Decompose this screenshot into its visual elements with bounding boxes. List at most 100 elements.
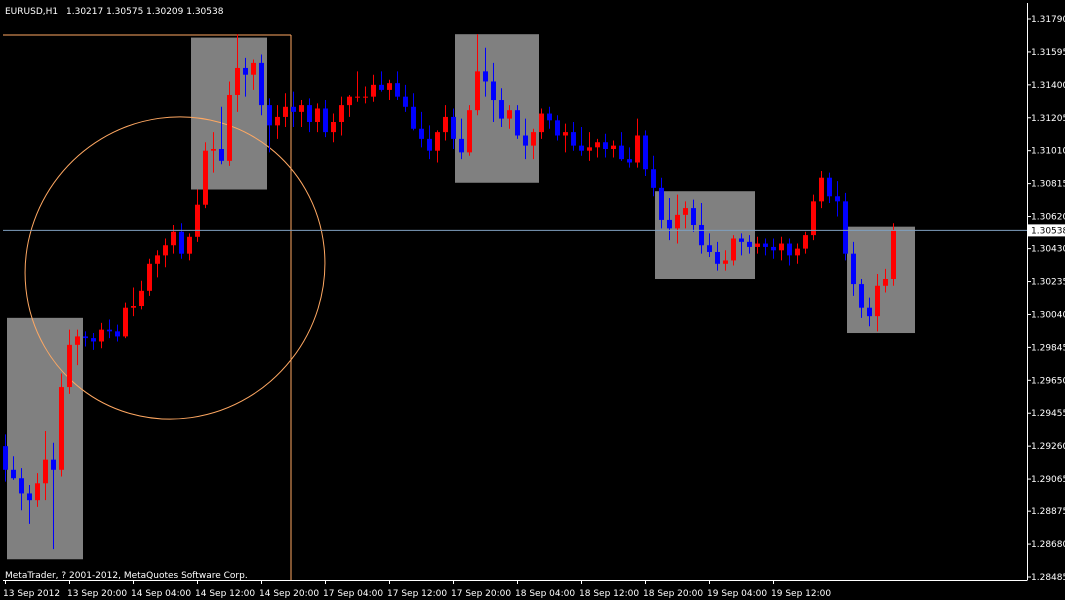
candle-body <box>467 110 472 153</box>
candle-body <box>11 469 16 479</box>
chart-header-ohlc: 1.30217 1.30575 1.30209 1.30538 <box>66 7 224 17</box>
candle-body <box>155 255 160 264</box>
candle-body <box>715 251 720 264</box>
candle-body <box>211 149 216 151</box>
time-tick-label: 19 Sep 12:00 <box>771 589 831 599</box>
candle-body <box>291 106 296 112</box>
candle-body <box>59 387 64 470</box>
price-tick-label: 1.30815 <box>1031 180 1065 190</box>
candle <box>811 194 816 241</box>
candle-body <box>835 196 840 202</box>
candle-body <box>667 219 672 229</box>
candle-body <box>411 106 416 129</box>
candle-body <box>427 138 432 151</box>
candle-body <box>379 84 384 90</box>
candle-body <box>699 224 704 246</box>
candle-body <box>795 248 800 256</box>
price-tick-label: 1.29455 <box>1031 409 1065 419</box>
time-tick-label: 18 Sep 04:00 <box>515 589 575 599</box>
candle-body <box>491 81 496 101</box>
candle-body <box>267 105 272 126</box>
price-tick-label: 1.29065 <box>1031 475 1065 485</box>
time-tick-label: 18 Sep 20:00 <box>643 589 703 599</box>
time-tick-label: 14 Sep 20:00 <box>259 589 319 599</box>
candle-body <box>883 279 888 286</box>
candle-body <box>115 331 120 337</box>
candle-body <box>147 263 152 291</box>
candle-body <box>243 67 248 75</box>
candle-body <box>347 96 352 106</box>
candle-body <box>123 307 128 337</box>
candle-body <box>659 187 664 220</box>
candle-body <box>307 105 312 122</box>
price-tick-label: 1.30620 <box>1031 213 1065 223</box>
candle-body <box>203 150 208 205</box>
price-tick-label: 1.29650 <box>1031 376 1065 386</box>
candle <box>203 142 208 209</box>
candle-body <box>387 83 392 90</box>
candle-body <box>731 238 736 261</box>
candle-body <box>891 230 896 280</box>
price-tick-label: 1.31010 <box>1031 147 1065 157</box>
price-tick-label: 1.30235 <box>1031 278 1065 288</box>
candle-body <box>643 135 648 170</box>
time-tick-label: 13 Sep 20:00 <box>67 589 127 599</box>
candle-body <box>651 169 656 188</box>
candle-body <box>259 62 264 106</box>
candle-body <box>75 336 80 345</box>
candle-body <box>91 338 96 342</box>
candle-body <box>139 290 144 307</box>
candle-body <box>611 145 616 150</box>
candle-body <box>819 177 824 202</box>
candlestick-chart[interactable]: 1.31790 1.31595 1.31400 1.31205 1.31010 1.308… <box>0 0 1065 600</box>
candle-body <box>603 142 608 150</box>
candle-body <box>851 253 856 285</box>
candle-body <box>683 208 688 215</box>
candle <box>843 192 848 261</box>
candle <box>891 223 896 286</box>
candle-body <box>827 177 832 197</box>
price-tick-label: 1.31595 <box>1031 48 1065 58</box>
candle-body <box>499 100 504 119</box>
candle-body <box>163 245 168 256</box>
current-price-label: 1.30538 <box>1031 226 1065 236</box>
candle-body <box>531 132 536 146</box>
candle-body <box>131 306 136 308</box>
candle-body <box>627 159 632 163</box>
candle-body <box>563 132 568 136</box>
time-tick-label: 18 Sep 12:00 <box>579 589 639 599</box>
candle-body <box>403 96 408 107</box>
candle-body <box>315 108 320 122</box>
candle-body <box>235 67 240 95</box>
candle-body <box>43 459 48 484</box>
highlight-box-3 <box>455 34 539 183</box>
candle-body <box>803 235 808 249</box>
price-tick-label: 1.31205 <box>1031 114 1065 124</box>
candle-body <box>99 329 104 342</box>
price-tick-label: 1.29260 <box>1031 442 1065 452</box>
candle-body <box>619 145 624 160</box>
time-tick-label: 17 Sep 20:00 <box>451 589 511 599</box>
candle-body <box>635 135 640 163</box>
candle-body <box>283 106 288 117</box>
candle-body <box>843 201 848 254</box>
candle <box>59 373 64 477</box>
candle-body <box>787 243 792 256</box>
candle-body <box>299 105 304 112</box>
chart-header-symbol: EURUSD,H1 <box>5 7 58 17</box>
candle-body <box>571 132 576 146</box>
candle-body <box>443 116 448 133</box>
candle-body <box>275 116 280 126</box>
candle-body <box>475 71 480 111</box>
price-tick-label: 1.31400 <box>1031 81 1065 91</box>
candle-body <box>171 231 176 246</box>
candle-body <box>83 336 88 339</box>
candle-body <box>227 94 232 161</box>
candle-body <box>19 478 24 494</box>
candle-body <box>523 135 528 146</box>
candle-body <box>107 329 112 332</box>
candle-body <box>771 246 776 251</box>
copyright-text: MetaTrader, ? 2001-2012, MetaQuotes Soft… <box>5 571 248 581</box>
price-tick-label: 1.31790 <box>1031 15 1065 25</box>
candle-body <box>867 307 872 317</box>
